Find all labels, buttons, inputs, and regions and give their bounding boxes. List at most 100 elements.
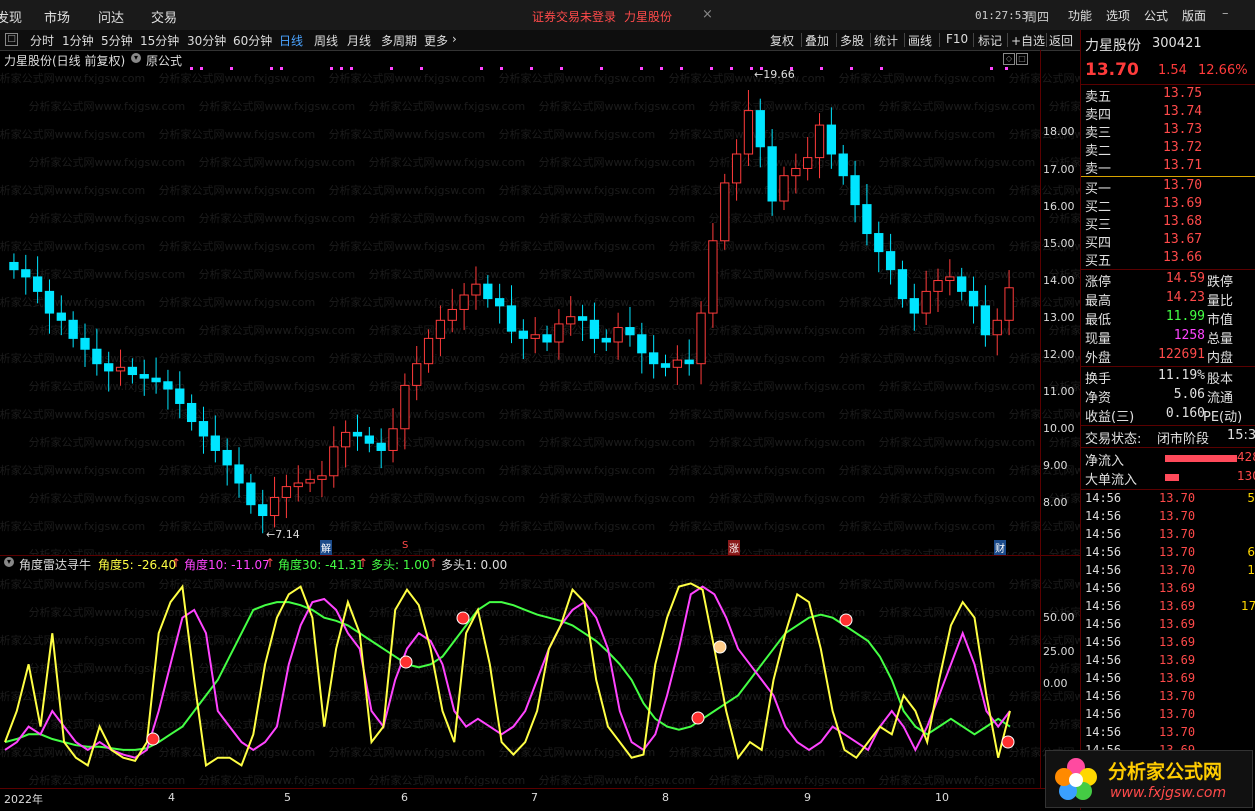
candle-body[interactable] [151, 377, 161, 383]
candle-body[interactable] [625, 327, 635, 336]
candle-body[interactable] [696, 312, 706, 365]
candle-body[interactable] [684, 359, 694, 365]
candle-body[interactable] [198, 421, 209, 437]
candle-body[interactable] [933, 280, 943, 292]
candle-body[interactable] [210, 435, 220, 451]
candle-body[interactable] [317, 475, 327, 480]
candle-body[interactable] [803, 157, 813, 169]
indicator-plot[interactable] [0, 556, 1040, 788]
tool-overlay[interactable]: 叠加 [805, 32, 829, 49]
candle-body[interactable] [412, 363, 422, 386]
candle-body[interactable] [68, 319, 78, 339]
period-fenshi[interactable]: 分时 [30, 32, 54, 49]
minimize-icon[interactable]: – [1222, 6, 1229, 21]
candle-body[interactable] [850, 175, 860, 206]
period-weekly[interactable]: 周线 [314, 32, 338, 49]
tool-fuquan[interactable]: 复权 [770, 32, 794, 49]
ask-row[interactable]: 卖一 13.71 [1085, 158, 1255, 177]
candle-body[interactable] [566, 316, 576, 325]
menu-function[interactable]: 功能 [1068, 7, 1092, 24]
candle-body[interactable] [388, 428, 398, 451]
candle-body[interactable] [945, 276, 955, 282]
event-marker-limit-up[interactable]: 涨 [728, 540, 740, 555]
candle-body[interactable] [495, 298, 505, 307]
buy-signal-icon[interactable] [691, 711, 705, 725]
candle-body[interactable] [885, 251, 896, 271]
login-notice[interactable]: 证券交易未登录 [532, 8, 616, 25]
menu-options[interactable]: 选项 [1106, 7, 1130, 24]
tool-stats[interactable]: 统计 [874, 32, 898, 49]
ask-row[interactable]: 卖二 13.72 [1085, 140, 1255, 159]
period-60min[interactable]: 60分钟 [233, 32, 272, 49]
candle-body[interactable] [980, 305, 991, 336]
candle-body[interactable] [968, 290, 979, 307]
menu-item-wenda[interactable]: 问达 [98, 7, 124, 26]
candle-body[interactable] [577, 316, 588, 321]
menu-formula[interactable]: 公式 [1144, 7, 1168, 24]
candle-body[interactable] [329, 446, 339, 477]
candle-body[interactable] [364, 435, 374, 444]
candle-body[interactable] [352, 431, 363, 437]
candle-body[interactable] [293, 482, 303, 488]
candle-body[interactable] [21, 269, 31, 278]
candle-body[interactable] [755, 110, 765, 148]
candlestick-chart[interactable]: 分析家公式网www.fxjgsw.com 分析家公式网www.fxjgsw.com… [0, 50, 1080, 556]
candlestick-plot[interactable] [0, 50, 1040, 555]
candle-body[interactable] [767, 146, 777, 202]
candle-body[interactable] [435, 319, 446, 339]
buy-signal-icon[interactable] [399, 655, 413, 669]
event-marker-finance[interactable]: 财 [994, 540, 1006, 555]
candle-body[interactable] [269, 496, 280, 517]
buy-signal-icon[interactable] [839, 613, 853, 627]
candle-body[interactable] [862, 204, 872, 235]
period-1min[interactable]: 1分钟 [62, 32, 94, 49]
candle-body[interactable] [305, 478, 315, 484]
buy-signal-icon[interactable] [1001, 735, 1015, 749]
candle-body[interactable] [1004, 287, 1014, 321]
candle-body[interactable] [139, 374, 149, 379]
event-marker-unlock[interactable]: 解 [320, 540, 332, 555]
candle-body[interactable] [163, 381, 173, 390]
period-monthly[interactable]: 月线 [347, 32, 371, 49]
candle-body[interactable] [660, 363, 671, 368]
menu-layout[interactable]: 版面 [1182, 7, 1206, 24]
candle-body[interactable] [743, 110, 754, 155]
candle-body[interactable] [376, 442, 386, 451]
tool-f10[interactable]: F10 [946, 32, 968, 46]
period-15min[interactable]: 15分钟 [140, 32, 179, 49]
candle-body[interactable] [447, 308, 457, 321]
candle-body[interactable] [115, 366, 126, 372]
candle-body[interactable] [957, 276, 967, 292]
tool-drawline[interactable]: 画线 [908, 32, 932, 49]
candle-body[interactable] [471, 283, 481, 296]
candle-body[interactable] [92, 348, 102, 365]
period-30min[interactable]: 30分钟 [187, 32, 226, 49]
menu-close-icon[interactable]: × [702, 7, 713, 22]
tool-add-watchlist[interactable]: +自选 [1011, 32, 1045, 49]
period-multi[interactable]: 多周期 [381, 32, 417, 49]
candle-body[interactable] [9, 261, 19, 271]
candle-body[interactable] [234, 464, 244, 484]
candle-body[interactable] [32, 276, 43, 292]
menu-item-market[interactable]: 市场 [44, 7, 70, 26]
period-5min[interactable]: 5分钟 [101, 32, 133, 49]
candle-body[interactable] [530, 334, 540, 339]
period-daily[interactable]: 日线 [279, 32, 303, 49]
candle-body[interactable] [281, 486, 292, 498]
candle-body[interactable] [222, 449, 232, 466]
candle-body[interactable] [258, 504, 268, 517]
period-more-chevron-icon[interactable]: › [452, 32, 457, 46]
tick-list[interactable]: 14:56 13.70 5 14:56 13.70 14:56 13.70 14:56 13.7… [1081, 491, 1255, 791]
candle-body[interactable] [44, 290, 55, 314]
candle-body[interactable] [340, 431, 351, 448]
ask-row[interactable]: 卖三 13.73 [1085, 122, 1255, 141]
ask-row[interactable]: 卖五 13.75 [1085, 86, 1255, 105]
candle-body[interactable] [921, 290, 931, 314]
candle-body[interactable] [613, 327, 623, 343]
candle-body[interactable] [779, 175, 789, 202]
menu-item-trade[interactable]: 交易 [151, 7, 177, 26]
period-more[interactable]: 更多 [424, 32, 448, 49]
bid-row[interactable]: 买四 13.67 [1085, 232, 1255, 251]
candle-body[interactable] [814, 124, 825, 159]
menu-item-discover[interactable]: 发现 [0, 7, 22, 26]
